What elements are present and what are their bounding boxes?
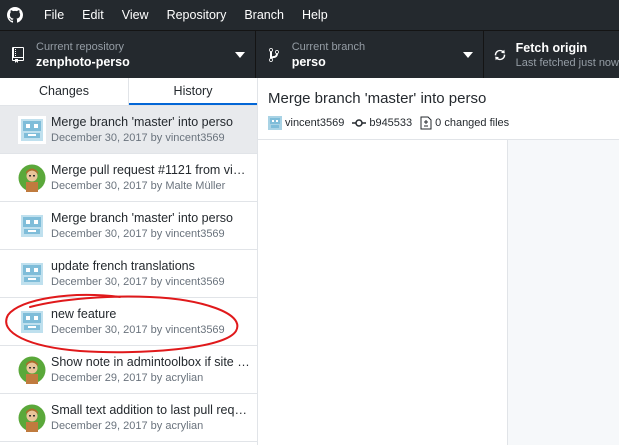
commit-details: vincent3569 b945533 0 changed files [268,116,619,130]
commit-detail-pane: Merge branch 'master' into perso vincent… [258,78,619,445]
changed-files-list [258,140,508,445]
sidebar: Changes History Merge branch 'master' in… [0,78,258,445]
repo-icon [0,47,36,63]
menu-branch[interactable]: Branch [235,0,293,30]
commit-meta: December 30, 2017 by vincent3569 [51,323,225,336]
author-name: vincent3569 [285,117,345,129]
menu-bar: File Edit View Repository Branch Help [0,0,619,30]
commit-list-item[interactable]: new feature December 30, 2017 by vincent3… [0,298,257,346]
user-portrait-icon [18,164,46,192]
diff-pane [508,140,619,445]
commit-meta: December 30, 2017 by Malte Müller [51,179,226,192]
commit-title: Merge branch 'master' into perso [268,90,487,107]
commit-text: update french translations December 30, 2… [51,258,251,290]
fetch-origin-button[interactable]: Fetch origin Last fetched just now [484,31,619,79]
commit-meta: December 29, 2017 by acrylian [51,419,204,432]
commit-text: Merge branch 'master' into perso December… [51,114,251,146]
commit-meta: December 30, 2017 by vincent3569 [51,227,225,240]
tab-changes[interactable]: Changes [0,78,129,105]
git-commit-icon [352,119,367,127]
commit-text: Small text addition to last pull request… [51,402,251,434]
commit-text: new feature December 30, 2017 by vincent3… [51,306,251,338]
sidebar-tabs: Changes History [0,78,257,106]
commit-meta: December 30, 2017 by vincent3569 [51,275,225,288]
commit-summary: Merge branch 'master' into perso [51,210,233,225]
file-diff-icon [420,116,432,130]
commit-list-item[interactable]: Show note in admintoolbox if site status… [0,346,257,394]
repo-label: Current repository [36,41,125,53]
sha-value: b945533 [369,117,413,129]
commit-summary: new feature [51,306,117,321]
current-repository-button[interactable]: Current repository zenphoto-perso [0,31,256,79]
branch-icon [256,47,292,63]
user-portrait-icon [18,356,46,384]
user-portrait-icon [18,404,46,432]
commit-list: Merge branch 'master' into perso December… [0,106,257,442]
menu-view[interactable]: View [113,0,158,30]
commit-sha: b945533 [352,117,412,129]
menu-file[interactable]: File [30,0,73,30]
robot-avatar-icon [18,307,46,336]
commit-summary: Merge branch 'master' into perso [51,114,233,129]
changed-files: 0 changed files [420,116,509,130]
commit-text: Merge branch 'master' into perso December… [51,210,251,242]
commit-list-item[interactable]: Merge pull request #1121 from vincent356… [0,154,257,202]
commit-list-item[interactable]: Merge branch 'master' into perso December… [0,202,257,250]
fetch-label: Fetch origin [515,41,588,55]
toolbar: Current repository zenphoto-perso Curren… [0,30,619,79]
repo-name: zenphoto-perso [36,55,130,69]
commit-list-item[interactable]: Small text addition to last pull request… [0,394,257,442]
commit-author: vincent3569 [268,116,344,130]
menu-repository[interactable]: Repository [158,0,236,30]
commit-text: Show note in admintoolbox if site status… [51,354,251,386]
commit-list-item[interactable]: Merge branch 'master' into perso December… [0,106,257,154]
branch-caret-down-icon [462,52,473,58]
author-avatar-icon [268,116,282,130]
commit-list-item[interactable]: update french translations December 30, 2… [0,250,257,298]
robot-avatar-icon [18,115,46,144]
commit-meta: December 29, 2017 by acrylian [51,371,204,384]
robot-avatar-icon [18,259,46,288]
menu-help[interactable]: Help [293,0,337,30]
commit-summary: Merge pull request #1121 from vincent356… [51,162,251,177]
commit-summary: update french translations [51,258,195,273]
commit-summary: Small text addition to last pull request [51,402,251,417]
changed-files-count: 0 changed files [435,117,510,129]
fetch-status: Last fetched just now [515,57,619,69]
menu-edit[interactable]: Edit [73,0,113,30]
github-logo-icon [0,0,30,30]
commit-header: Merge branch 'master' into perso vincent… [258,78,619,140]
branch-label: Current branch [291,41,366,53]
repo-caret-down-icon [234,52,245,58]
sync-icon [484,48,516,62]
current-branch-button[interactable]: Current branch perso [256,31,484,79]
robot-avatar-icon [18,211,46,240]
branch-name: perso [291,55,326,69]
commit-meta: December 30, 2017 by vincent3569 [51,131,225,144]
tab-history[interactable]: History [129,78,257,105]
commit-summary: Show note in admintoolbox if site status… [51,354,251,369]
commit-text: Merge pull request #1121 from vincent356… [51,162,251,194]
